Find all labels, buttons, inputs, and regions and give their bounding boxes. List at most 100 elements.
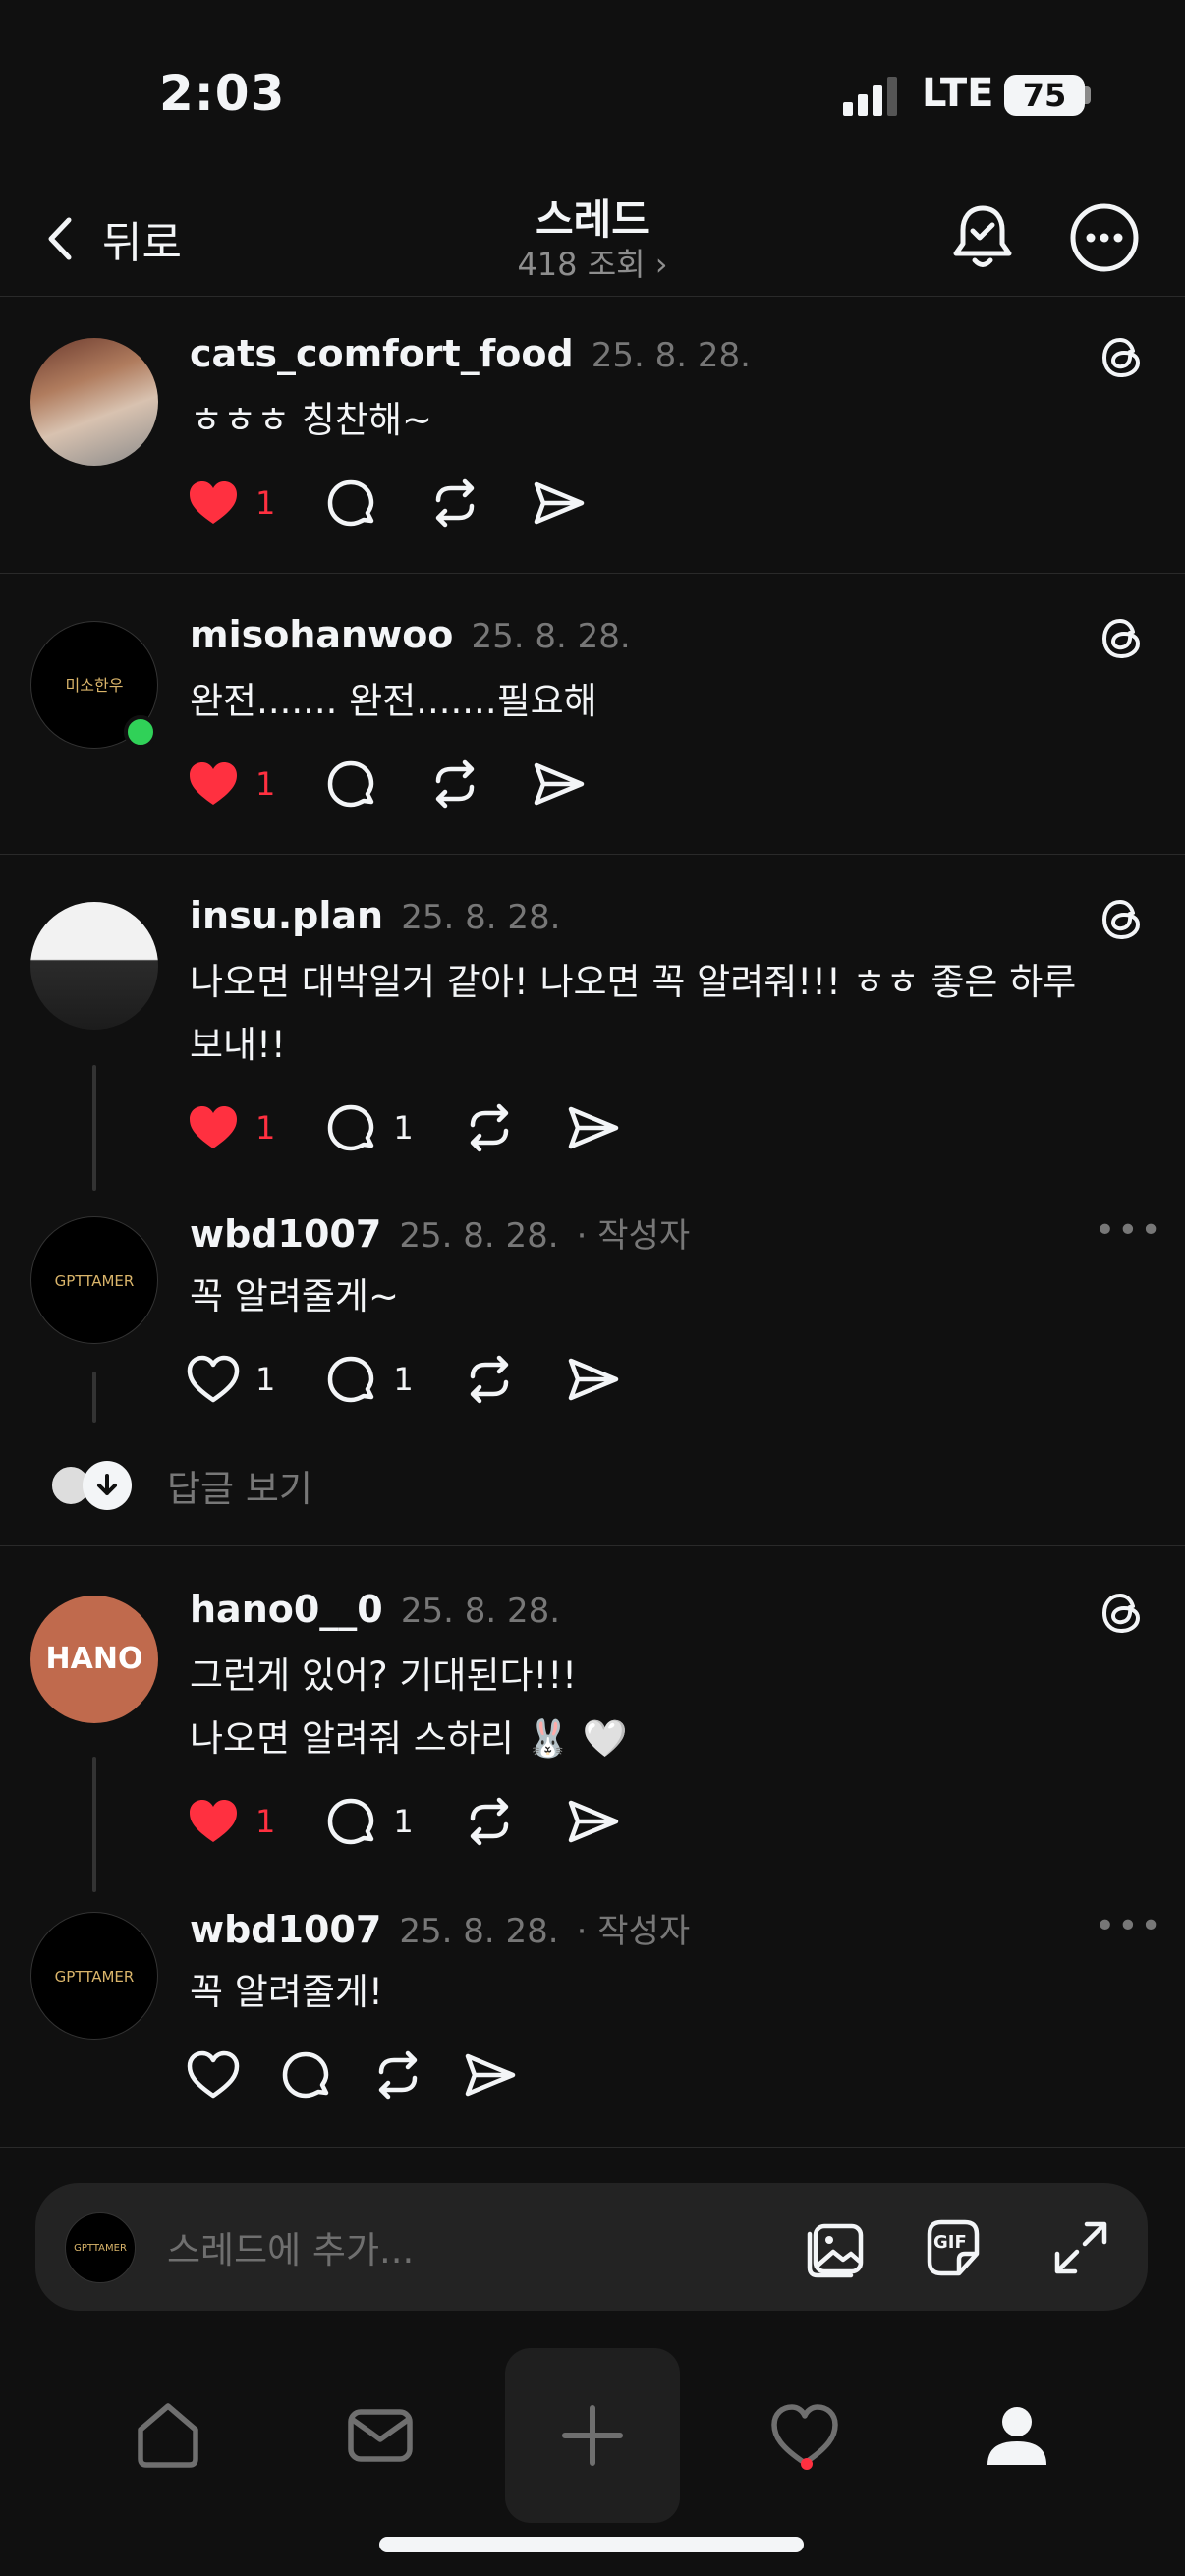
like-button[interactable]: 1 [185, 1790, 275, 1853]
username[interactable]: cats_comfort_food [190, 332, 574, 375]
comment-post: cats_comfort_food 25. 8. 28. ㅎㅎㅎ 칭찬해~ 1 [0, 297, 1185, 574]
post-text: 꼭 알려줄게! [190, 1971, 383, 2013]
thread-line [92, 1372, 96, 1423]
author-tag: · 작성자 [576, 1216, 691, 1256]
repost-button[interactable] [369, 2044, 426, 2106]
repost-icon [461, 1099, 518, 1156]
threads-logo-icon[interactable] [1097, 613, 1148, 664]
comment-button[interactable]: 1 [322, 1790, 414, 1853]
more-options-icon[interactable] [1067, 200, 1142, 275]
username[interactable]: hano0__0 [190, 1588, 383, 1631]
post-date: 25. 8. 28. [471, 617, 631, 656]
share-button[interactable] [565, 1348, 622, 1411]
threads-logo-icon[interactable] [1097, 1588, 1148, 1639]
post-date: 25. 8. 28. [591, 336, 751, 375]
post-date: 25. 8. 28. [399, 1912, 559, 1951]
repost-button[interactable] [426, 472, 483, 534]
expand-icon[interactable] [1047, 2214, 1114, 2281]
like-button[interactable]: 1 [185, 1348, 275, 1411]
composer-avatar: GPTTAMER [65, 2212, 136, 2283]
comment-icon [277, 2046, 334, 2103]
post-date: 25. 8. 28. [401, 898, 561, 937]
heart-outline-icon [185, 2046, 242, 2103]
gif-icon[interactable]: GIF [920, 2214, 987, 2281]
signal-icon [843, 77, 897, 116]
username[interactable]: misohanwoo [190, 613, 453, 656]
comment-count: 1 [393, 1109, 414, 1147]
nav-inbox[interactable] [293, 2348, 468, 2523]
comment-button[interactable]: 1 [322, 1096, 414, 1159]
online-indicator [124, 715, 157, 749]
heart-filled-icon [185, 475, 242, 532]
share-icon [565, 1099, 622, 1156]
share-button[interactable] [462, 2044, 519, 2106]
composer-input[interactable]: 스레드에 추가... [167, 2220, 414, 2273]
comment-icon [322, 475, 379, 532]
comment-icon [322, 756, 379, 812]
avatar[interactable] [30, 338, 158, 466]
threads-logo-icon[interactable] [1097, 332, 1148, 383]
mail-icon [348, 2409, 413, 2462]
comment-post: 미소한우 misohanwoo 25. 8. 28. 완전....... 완전.… [0, 574, 1185, 855]
avatar[interactable]: GPTTAMER [30, 1912, 158, 2040]
repost-button[interactable] [426, 753, 483, 815]
share-button[interactable] [531, 753, 588, 815]
heart-outline-icon [185, 1351, 242, 1408]
nav-create[interactable] [505, 2348, 680, 2523]
share-icon [565, 1793, 622, 1850]
status-time: 2:03 [159, 65, 286, 122]
comment-count: 1 [393, 1803, 414, 1840]
notification-dot [801, 2458, 813, 2470]
comment-thread: insu.plan 25. 8. 28. 나오면 대박일거 같아! 나오면 꼭 … [0, 855, 1185, 1546]
heart-filled-icon [185, 1793, 242, 1850]
home-icon [138, 2403, 198, 2468]
bell-check-icon[interactable] [945, 200, 1020, 275]
username[interactable]: insu.plan [190, 894, 383, 937]
view-replies-button[interactable]: 답글 보기 [49, 1454, 312, 1517]
post-text: 꼭 알려줄게~ [190, 1275, 399, 1317]
like-button[interactable] [185, 2044, 242, 2106]
threads-logo-icon[interactable] [1097, 894, 1148, 945]
repost-button[interactable] [461, 1790, 518, 1853]
repost-button[interactable] [461, 1096, 518, 1159]
thread-line [92, 1065, 96, 1191]
share-button[interactable] [565, 1790, 622, 1853]
reply-composer[interactable]: GPTTAMER 스레드에 추가... GIF [35, 2183, 1148, 2311]
comment-thread: HANO hano0__0 25. 8. 28. 그런게 있어? 기대된다!!!… [0, 1546, 1185, 2148]
nav-profile[interactable] [930, 2348, 1104, 2523]
like-button[interactable]: 1 [185, 753, 275, 815]
battery-icon: 75 [1004, 75, 1085, 116]
post-date: 25. 8. 28. [400, 1592, 561, 1631]
home-indicator [379, 2537, 804, 2552]
repost-icon [461, 1793, 518, 1850]
heart-filled-icon [185, 1099, 242, 1156]
post-text: ㅎㅎㅎ 칭찬해~ [190, 399, 433, 441]
share-button[interactable] [565, 1096, 622, 1159]
nav-activity[interactable] [717, 2348, 892, 2523]
username[interactable]: wbd1007 [190, 1908, 381, 1951]
like-count: 1 [255, 1109, 276, 1147]
repost-icon [426, 475, 483, 532]
more-dots-icon[interactable]: ••• [1095, 1906, 1163, 1946]
like-count: 1 [255, 484, 276, 522]
comment-button[interactable]: 1 [322, 1348, 414, 1411]
network-type: LTE [922, 71, 994, 116]
nav-home[interactable] [81, 2348, 255, 2523]
post-date: 25. 8. 28. [399, 1216, 559, 1256]
share-button[interactable] [531, 472, 588, 534]
comment-button[interactable] [322, 753, 379, 815]
post-text-line1: 그런게 있어? 기대된다!!! [190, 1654, 578, 1697]
comment-button[interactable] [277, 2044, 334, 2106]
repost-button[interactable] [461, 1348, 518, 1411]
avatar[interactable] [30, 902, 158, 1030]
username[interactable]: wbd1007 [190, 1212, 381, 1256]
avatar[interactable]: HANO [30, 1596, 158, 1723]
image-gallery-icon[interactable] [804, 2214, 871, 2281]
comment-button[interactable] [322, 472, 379, 534]
like-button[interactable]: 1 [185, 1096, 275, 1159]
more-dots-icon[interactable]: ••• [1095, 1210, 1163, 1251]
like-button[interactable]: 1 [185, 472, 275, 534]
avatar[interactable]: GPTTAMER [30, 1216, 158, 1344]
share-icon [531, 475, 588, 532]
post-text-line2: 나오면 알려줘 스하리 🐰 🤍 [190, 1717, 628, 1760]
